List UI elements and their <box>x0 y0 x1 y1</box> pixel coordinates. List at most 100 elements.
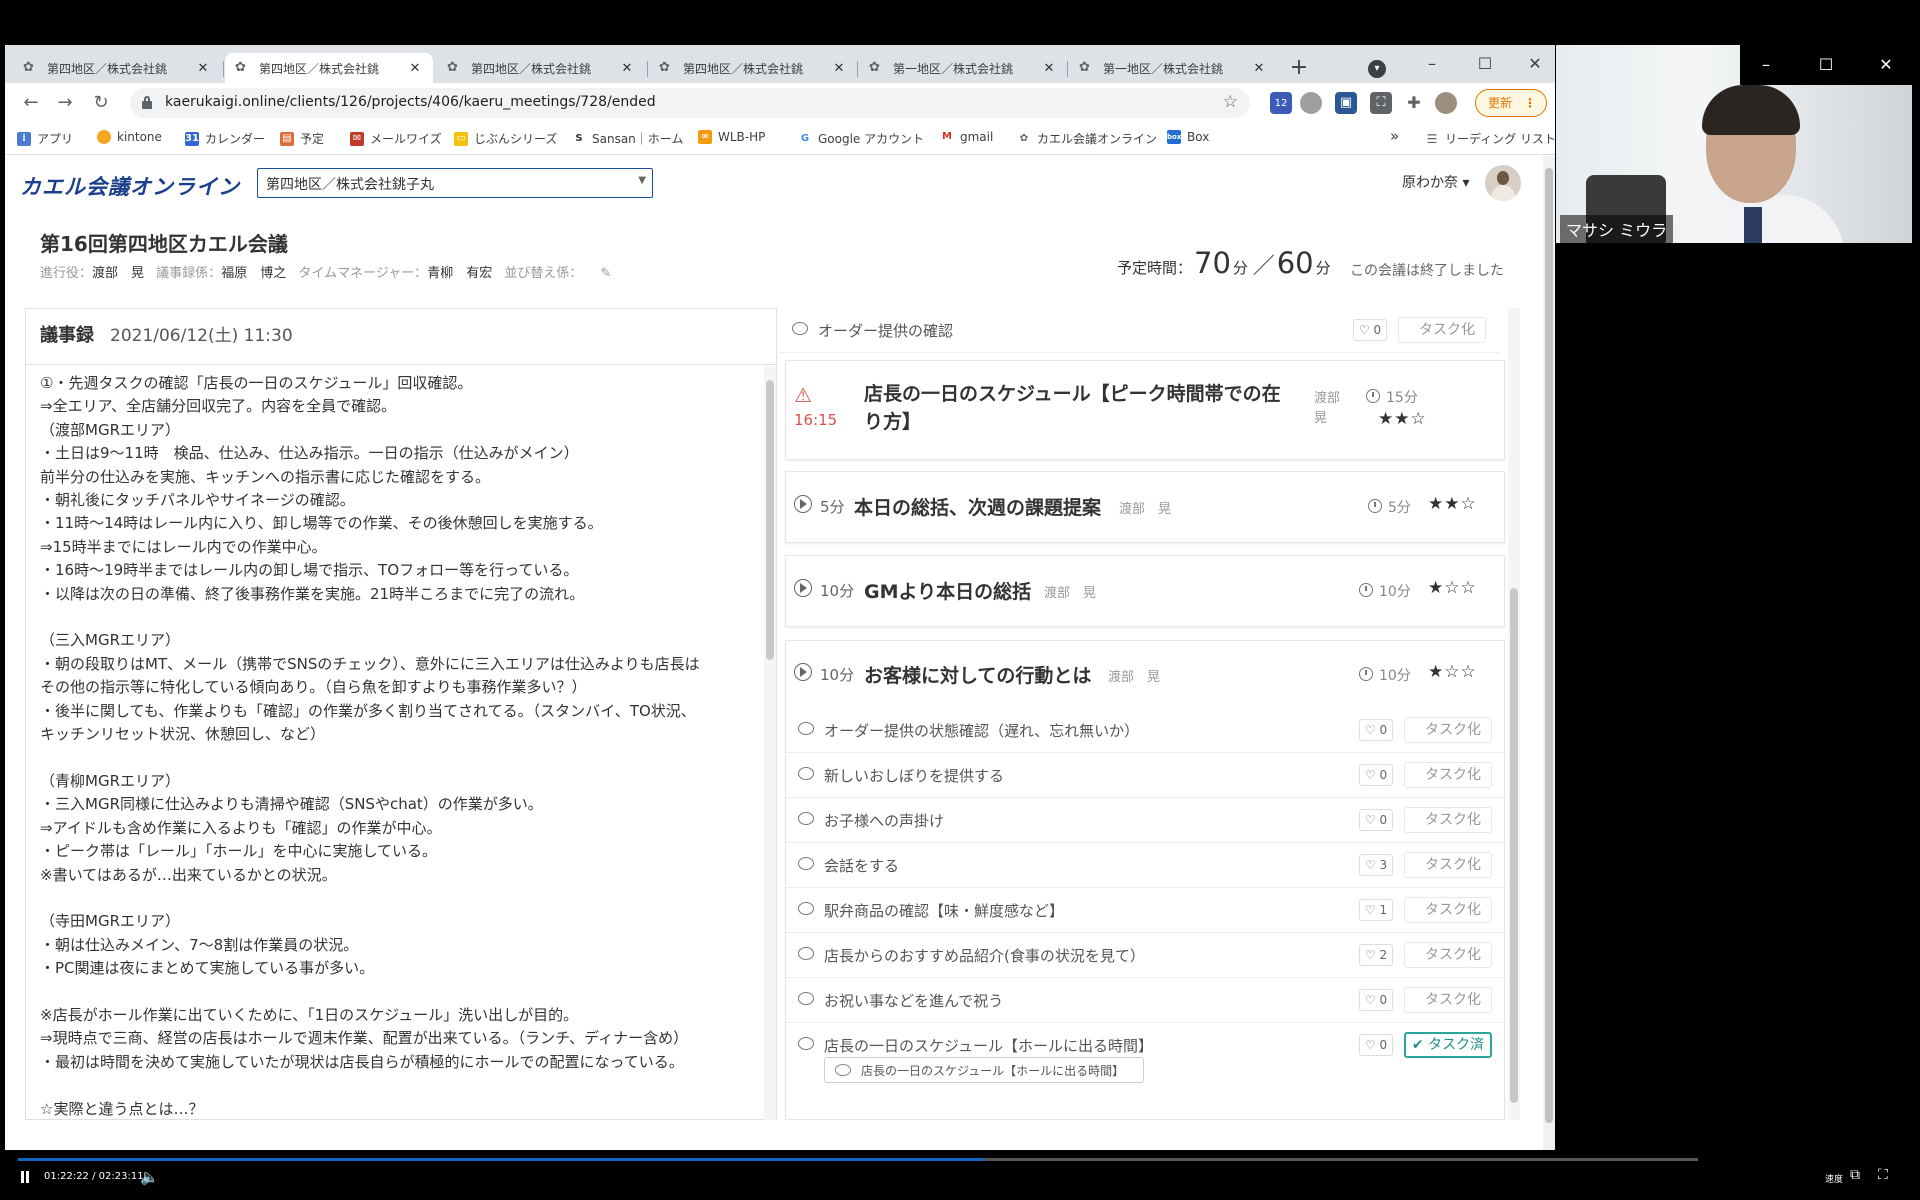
pip-icon[interactable]: ⧉ <box>1850 1167 1860 1183</box>
bookmark-gmail[interactable]: Mgmail <box>940 130 993 144</box>
avatar[interactable] <box>1485 165 1521 201</box>
url-text[interactable]: kaerukaigi.online/clients/126/projects/4… <box>165 94 656 110</box>
agenda-item[interactable]: 10分 GMより本日の総括 渡部 晃 10分 ★☆☆ <box>785 555 1505 627</box>
task-button[interactable]: タスク化 <box>1404 717 1492 743</box>
seek-bar[interactable] <box>18 1158 1698 1161</box>
like-button[interactable]: ♡ 0 <box>1359 719 1393 741</box>
speed-button[interactable]: 速度 <box>1825 1172 1843 1185</box>
seek-progress <box>18 1158 984 1161</box>
new-tab-button[interactable]: + <box>1285 55 1313 83</box>
scroll-thumb[interactable] <box>766 380 774 660</box>
task-button[interactable]: タスク化 <box>1404 807 1492 833</box>
minutes-line: ・最初は時間を決めて実施していたが現状は店長自らが積極的にホールでの配置になって… <box>40 1052 684 1071</box>
puzzle-icon[interactable]: ✚ <box>1403 92 1425 114</box>
screenshot-extension-icon[interactable]: ⛶ <box>1370 92 1392 114</box>
task-button[interactable]: タスク化 <box>1404 987 1492 1013</box>
bookmarks-overflow[interactable]: » <box>1390 127 1399 145</box>
like-button[interactable]: ♡ 2 <box>1359 944 1393 966</box>
task-button[interactable]: タスク化 <box>1398 317 1486 343</box>
app-logo[interactable]: カエル会議オンライン <box>20 171 240 201</box>
tab-2-active[interactable]: ✿ 第四地区／株式会社銚 ✕ <box>225 53 433 83</box>
task-done-button[interactable]: ✔ タスク済 <box>1404 1032 1492 1058</box>
close-icon[interactable]: ✕ <box>1251 61 1267 76</box>
task-button[interactable]: タスク化 <box>1404 942 1492 968</box>
close-icon[interactable]: ✕ <box>831 61 847 76</box>
profile-avatar[interactable] <box>1435 92 1457 114</box>
bookmark-wlb[interactable]: ∞ WLB-HP <box>698 130 765 144</box>
play-icon[interactable] <box>794 579 812 597</box>
scroll-thumb[interactable] <box>1545 168 1553 1123</box>
agenda-item[interactable]: 5分 本日の総括、次週の課題提案 渡部 晃 5分 ★★☆ <box>785 471 1505 543</box>
project-select[interactable]: 第四地区／株式会社銚子丸 ▼ <box>257 168 653 198</box>
maximize-icon[interactable]: ☐ <box>1465 49 1505 79</box>
tab-5[interactable]: ✿ 第一地区／株式会社銚 ✕ <box>859 53 1067 83</box>
extension-icon[interactable]: ▣ <box>1335 92 1357 114</box>
task-button[interactable]: タスク化 <box>1404 852 1492 878</box>
bookmark-box[interactable]: box Box <box>1167 130 1209 144</box>
scroll-thumb[interactable] <box>1510 588 1518 1103</box>
update-button[interactable]: 更新 ⋮ <box>1475 89 1547 117</box>
minutes-line: ・PC関連は夜にまとめて実施している事が多い。 <box>40 959 375 978</box>
like-button[interactable]: ♡ 3 <box>1359 854 1393 876</box>
back-icon[interactable]: ← <box>17 89 45 117</box>
agenda-item-expanded[interactable]: 10分 お客様に対しての行動とは 渡部 晃 10分 ★☆☆ オーダー提供の状態確… <box>785 640 1506 1120</box>
linked-task-note[interactable]: 店長の一日のスケジュール【ホールに出る時間】 <box>824 1057 1144 1083</box>
user-menu[interactable]: 原わか奈 ▾ <box>1402 172 1469 192</box>
minimize-icon[interactable]: – <box>1412 49 1452 79</box>
bookmark-kaeru[interactable]: ✿ カエル会議オンライン <box>1017 130 1157 147</box>
tab-1[interactable]: ✿ 第四地区／株式会社銚 ✕ <box>13 53 221 83</box>
meeting-status: この会議は終了しました <box>1350 263 1504 279</box>
maximize-icon[interactable]: ☐ <box>1808 51 1844 79</box>
play-icon[interactable] <box>794 663 812 681</box>
minutes-text[interactable]: ①・先週タスクの確認「店長の一日のスケジュール」回収確認。 ⇒全エリア、全店舗分回… <box>26 366 766 1120</box>
like-button[interactable]: ♡ 0 <box>1359 764 1393 786</box>
close-icon[interactable]: ✕ <box>1868 51 1904 79</box>
tab-3[interactable]: ✿ 第四地区／株式会社銚 ✕ <box>437 53 645 83</box>
play-icon[interactable] <box>794 495 812 513</box>
reload-icon[interactable]: ↻ <box>87 89 115 117</box>
agenda-item-overtime[interactable]: ⚠ 16:15 店長の一日のスケジュール【ピーク時間帯での在 り方】 渡部 晃 … <box>785 360 1505 460</box>
bookmark-star-icon[interactable]: ☆ <box>1223 92 1238 112</box>
like-button[interactable]: ♡ 0 <box>1359 1034 1393 1056</box>
close-icon[interactable]: ✕ <box>195 61 211 76</box>
tab-6[interactable]: ✿ 第一地区／株式会社銚 ✕ <box>1069 53 1277 83</box>
tab-divider <box>1067 61 1068 77</box>
close-icon[interactable]: ✕ <box>407 61 423 76</box>
bookmark-google-account[interactable]: G Google アカウント <box>798 130 924 147</box>
like-button[interactable]: ♡ 0 <box>1353 319 1387 341</box>
volume-icon[interactable]: 🔈 <box>140 1168 159 1186</box>
reading-list[interactable]: ☰ リーディング リスト <box>1425 130 1555 147</box>
tab-4[interactable]: ✿ 第四地区／株式会社銚 ✕ <box>649 53 857 83</box>
extension-badge-icon[interactable]: 12 <box>1270 92 1292 114</box>
bookmark-calendar[interactable]: 31 カレンダー <box>185 130 265 147</box>
edit-pencil-icon[interactable]: ✎ <box>601 266 612 281</box>
minutes-line: （寺田MGRエリア） <box>40 912 180 931</box>
page-scrollbar[interactable] <box>1543 156 1555 1150</box>
like-button[interactable]: ♡ 0 <box>1359 989 1393 1011</box>
task-button[interactable]: タスク化 <box>1404 762 1492 788</box>
fullscreen-icon[interactable]: ⛶ <box>1878 1167 1888 1183</box>
extension-icon[interactable] <box>1300 92 1322 114</box>
bookmark-mailwise[interactable]: ✉ メールワイズ <box>350 130 442 147</box>
close-icon[interactable]: ✕ <box>1041 61 1057 76</box>
minutes-scrollbar[interactable] <box>764 366 776 1120</box>
address-bar[interactable]: kaerukaigi.online/clients/126/projects/4… <box>130 88 1250 118</box>
like-button[interactable]: ♡ 1 <box>1359 899 1393 921</box>
minimize-icon[interactable]: – <box>1748 51 1784 79</box>
bookmark-jibun[interactable]: ▭ じぶんシリーズ <box>454 130 557 147</box>
tab-search-icon[interactable]: ▾ <box>1368 60 1386 78</box>
pause-icon[interactable] <box>20 1171 30 1183</box>
minutes-line: ⇒アイドルも含め作業に入るよりも「確認」の作業が中心。 <box>40 818 442 837</box>
agenda-scrollbar[interactable] <box>1508 308 1520 1120</box>
minutes-line: ・後半に関しても、作業よりも「確認」の作業が多く割り当てされてる。（スタンバイ、… <box>40 701 696 720</box>
bookmark-sansan[interactable]: S Sansan｜ホーム <box>572 130 683 147</box>
forward-icon[interactable]: → <box>51 89 79 117</box>
bookmark-kintone[interactable]: kintone <box>97 130 162 144</box>
close-icon[interactable]: ✕ <box>619 61 635 76</box>
bookmark-schedule[interactable]: ▤ 予定 <box>280 130 324 147</box>
close-window-icon[interactable]: ✕ <box>1515 49 1555 79</box>
like-button[interactable]: ♡ 0 <box>1359 809 1393 831</box>
minutes-line: キッチンリセット状況、休憩回し、など） <box>40 725 326 744</box>
task-button[interactable]: タスク化 <box>1404 897 1492 923</box>
bookmark-apps[interactable]: ⁞ アプリ <box>17 130 73 147</box>
